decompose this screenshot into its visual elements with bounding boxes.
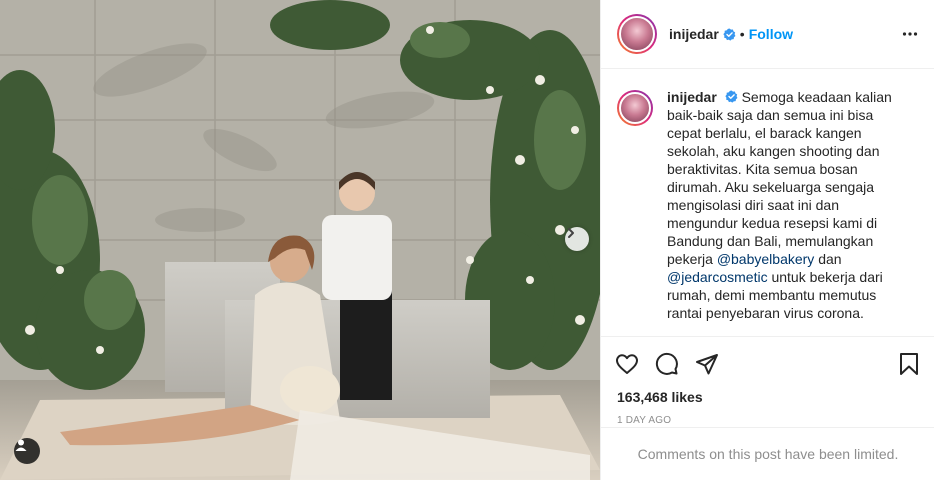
chevron-right-icon (568, 228, 574, 238)
post-actions: 163,468 likes 1 DAY AGO (601, 336, 934, 426)
verified-badge-icon (725, 90, 738, 103)
caption-username[interactable]: inijedar (667, 89, 717, 105)
tagged-users-button[interactable] (14, 438, 40, 464)
caption-body-2: dan (814, 251, 842, 267)
caption-row: inijedar Semoga keadaan kalian baik-baik… (617, 88, 919, 322)
follow-button[interactable]: Follow (749, 26, 793, 42)
mention-jedarcosmetic[interactable]: @jedarcosmetic (667, 269, 768, 285)
verified-badge-icon (723, 27, 736, 41)
like-button[interactable] (615, 352, 639, 376)
caption-area: inijedar Semoga keadaan kalian baik-baik… (601, 70, 934, 336)
bookmark-icon (900, 353, 918, 375)
carousel-next-button[interactable] (565, 227, 589, 251)
more-options-button[interactable] (902, 26, 918, 42)
caption-author-avatar[interactable] (617, 90, 653, 126)
user-tag-icon (15, 439, 27, 451)
caption-body-1: Semoga keadaan kalian baik-baik saja dan… (667, 89, 892, 267)
comment-icon (655, 352, 678, 375)
post-side-panel: inijedar • Follow inijedar Semoga keadaa… (600, 0, 934, 480)
action-icons (601, 337, 934, 381)
author-username[interactable]: inijedar (669, 26, 719, 42)
post-timestamp[interactable]: 1 DAY AGO (601, 405, 934, 426)
more-options-icon (902, 32, 918, 36)
likes-count[interactable]: 163,468 likes (601, 381, 934, 405)
comment-button[interactable] (655, 352, 679, 376)
caption-text: inijedar Semoga keadaan kalian baik-baik… (667, 88, 907, 322)
save-button[interactable] (897, 352, 921, 376)
author-avatar[interactable] (617, 14, 657, 54)
share-button[interactable] (695, 352, 719, 376)
heart-icon (616, 354, 638, 374)
post-photo[interactable] (0, 0, 600, 480)
post-header: inijedar • Follow (601, 0, 934, 69)
photo-illustration (0, 0, 600, 480)
comments-limited-notice: Comments on this post have been limited. (601, 427, 934, 480)
mention-babyelbakery[interactable]: @babyelbakery (717, 251, 815, 267)
separator-dot: • (739, 26, 745, 42)
share-icon (696, 354, 718, 375)
